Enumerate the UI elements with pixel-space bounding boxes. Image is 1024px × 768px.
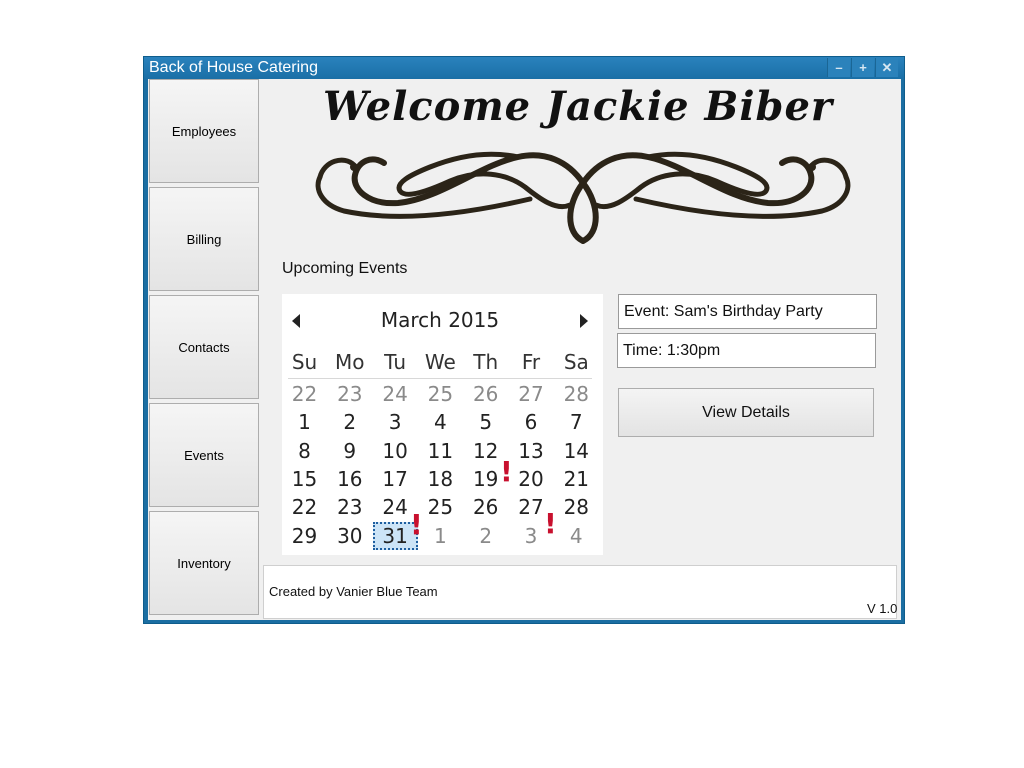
calendar-day[interactable]: 18 xyxy=(418,465,463,493)
upcoming-events-label: Upcoming Events xyxy=(282,260,408,277)
calendar-day[interactable]: 24 xyxy=(373,380,418,408)
weekday-header: Mo xyxy=(335,350,365,374)
calendar-day[interactable]: 27 xyxy=(509,380,554,408)
calendar-day[interactable]: 10 xyxy=(373,437,418,465)
calendar-day[interactable]: 29 xyxy=(282,522,327,550)
calendar-day[interactable]: 6 xyxy=(509,408,554,436)
footer-panel: Created by Vanier Blue Team xyxy=(263,565,897,619)
calendar-day[interactable]: 30 xyxy=(327,522,372,550)
calendar-day[interactable]: 4 xyxy=(418,408,463,436)
nav-contacts-button[interactable]: Contacts xyxy=(149,295,259,399)
event-marker-icon: ! xyxy=(410,508,423,541)
calendar-day[interactable]: 1 xyxy=(282,408,327,436)
calendar-day[interactable]: 2 xyxy=(463,522,508,550)
calendar-day[interactable]: 13 xyxy=(509,437,554,465)
calendar-day[interactable]: 22 xyxy=(282,493,327,521)
window-title: Back of House Catering xyxy=(149,59,318,76)
event-marker-icon: ! xyxy=(544,507,557,540)
event-marker-icon: ! xyxy=(500,455,513,488)
nav-employees-button[interactable]: Employees xyxy=(149,79,259,183)
event-name-field: Event: Sam's Birthday Party xyxy=(618,294,877,329)
calendar-day[interactable]: 22 xyxy=(282,380,327,408)
main-panel: Employees Billing Contacts Events Invent… xyxy=(148,79,901,620)
calendar-day[interactable]: 1 xyxy=(418,522,463,550)
calendar-day[interactable]: 14 xyxy=(554,437,599,465)
weekday-header: Fr xyxy=(521,350,541,374)
weekday-header: Su xyxy=(291,350,318,374)
view-details-button[interactable]: View Details xyxy=(618,388,874,437)
nav-inventory-button[interactable]: Inventory xyxy=(149,511,259,615)
minimize-button[interactable]: – xyxy=(827,58,850,77)
event-time-field: Time: 1:30pm xyxy=(617,333,876,368)
nav-billing-button[interactable]: Billing xyxy=(149,187,259,291)
calendar-day-grid: Su Mo Tu We Th Fr Sa 22 23 24 25 26 27 28 1 2 3 4 5 6 7 8 9 10 1… xyxy=(282,294,603,555)
calendar-day[interactable]: 23 xyxy=(327,380,372,408)
flourish-ornament xyxy=(315,151,851,244)
calendar-day[interactable]: 11 xyxy=(418,437,463,465)
calendar-day[interactable]: 26 xyxy=(463,380,508,408)
credits-text: Created by Vanier Blue Team xyxy=(269,584,438,599)
calendar-day[interactable]: 3 xyxy=(373,408,418,436)
calendar-day[interactable]: 7 xyxy=(554,408,599,436)
title-bar[interactable]: Back of House Catering – + ✕ xyxy=(144,57,904,79)
calendar-day[interactable]: 17 xyxy=(373,465,418,493)
app-window: Back of House Catering – + ✕ Employees B… xyxy=(143,56,905,624)
calendar-day[interactable]: 15 xyxy=(282,465,327,493)
weekday-header: Tu xyxy=(384,350,407,374)
maximize-button[interactable]: + xyxy=(851,58,874,77)
calendar-day[interactable]: 9 xyxy=(327,437,372,465)
calendar-day[interactable]: 20 xyxy=(509,465,554,493)
calendar-day[interactable]: 16 xyxy=(327,465,372,493)
month-calendar[interactable]: March 2015 Su Mo Tu We Th Fr Sa 22 23 24 25 26 27 28 1… xyxy=(282,294,603,555)
calendar-day[interactable]: 26 xyxy=(463,493,508,521)
weekday-header: We xyxy=(424,350,456,374)
weekday-header: Th xyxy=(473,350,499,374)
calendar-day[interactable]: 8 xyxy=(282,437,327,465)
close-button[interactable]: ✕ xyxy=(875,58,898,77)
calendar-day[interactable]: 23 xyxy=(327,493,372,521)
calendar-day[interactable]: 25 xyxy=(418,493,463,521)
calendar-day[interactable]: 28 xyxy=(554,380,599,408)
calendar-day[interactable]: 4 xyxy=(554,522,599,550)
calendar-day[interactable]: 5 xyxy=(463,408,508,436)
nav-events-button[interactable]: Events xyxy=(149,403,259,507)
welcome-heading: Welcome Jackie Biber xyxy=(322,83,834,130)
calendar-day[interactable]: 25 xyxy=(418,380,463,408)
calendar-day[interactable]: 21 xyxy=(554,465,599,493)
calendar-day[interactable]: 2 xyxy=(327,408,372,436)
calendar-day[interactable]: 28 xyxy=(554,493,599,521)
version-label: V 1.0 xyxy=(867,601,898,616)
weekday-header: Sa xyxy=(563,350,589,374)
